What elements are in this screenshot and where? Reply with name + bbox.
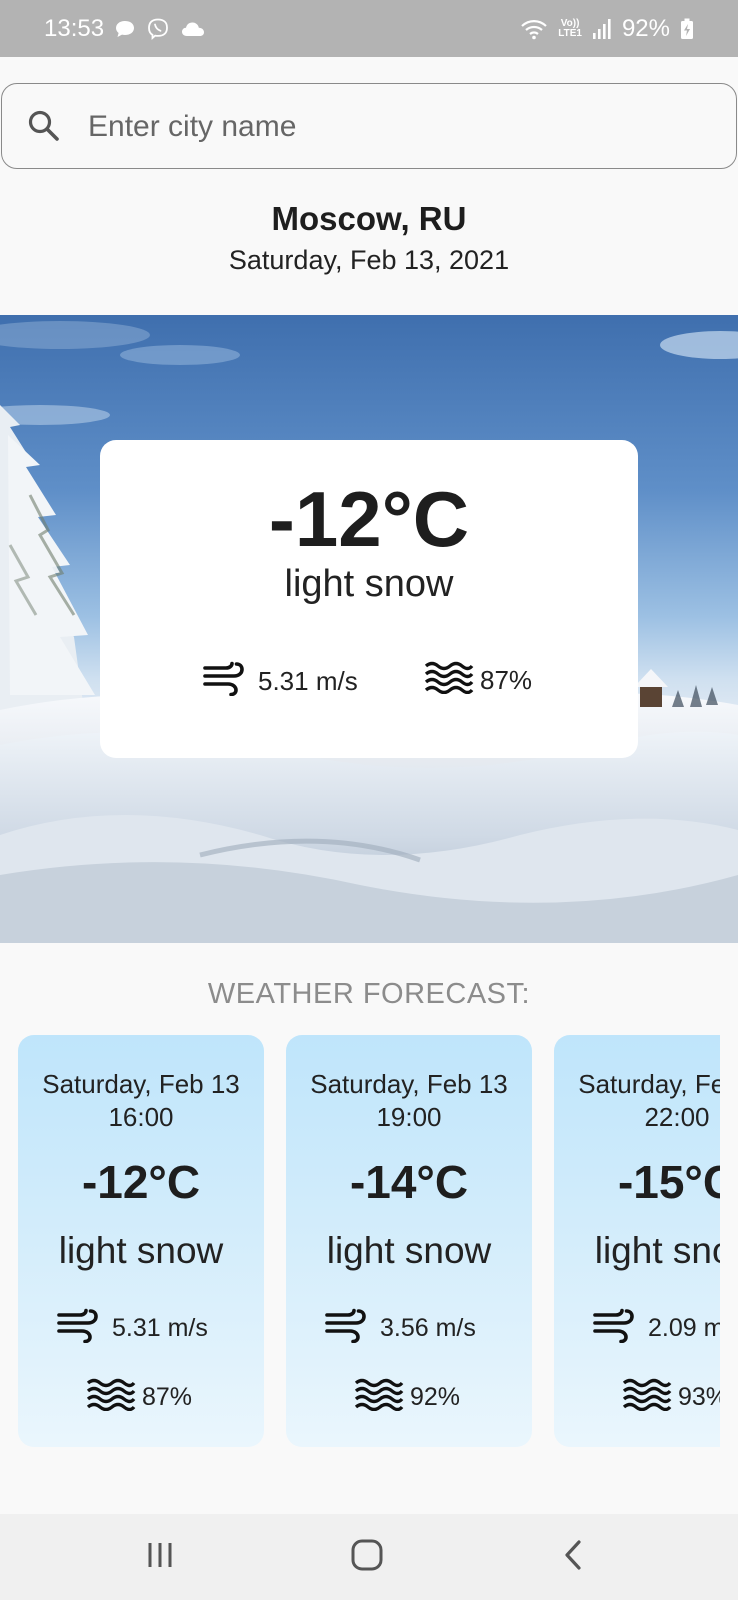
city-search-input[interactable] <box>88 102 708 152</box>
forecast-day: Saturday, Feb 13 <box>42 1069 240 1099</box>
forecast-day: Saturday, Feb 13 <box>578 1069 720 1099</box>
forecast-humidity-value: 87% <box>142 1383 193 1411</box>
wind-icon <box>202 660 246 703</box>
volte-label: Vo)) <box>560 17 580 29</box>
forecast-title: WEATHER FORECAST: <box>207 978 531 1010</box>
search-icon <box>26 108 62 144</box>
forecast-time: 19:00 <box>376 1102 442 1132</box>
back-button[interactable] <box>548 1534 598 1580</box>
current-weather-card: -12°C light snow 5.31 m/s 87% <box>100 440 638 758</box>
humidity-icon <box>622 1377 672 1418</box>
battery-charging-icon <box>680 18 694 40</box>
forecast-card[interactable]: Saturday, Feb 13 19:00 -14°C light snow … <box>286 1035 532 1447</box>
status-time: 13:53 <box>44 14 105 42</box>
status-right: Vo)) LTE1 92% <box>520 15 694 43</box>
back-icon <box>561 1539 585 1576</box>
status-bar: 13:53 Vo)) LTE1 92% <box>0 0 738 57</box>
wind-icon <box>56 1307 100 1350</box>
current-date: Saturday, Feb 13, 2021 <box>228 245 510 275</box>
current-wind: 5.31 m/s <box>202 660 358 703</box>
lte-label: LTE1 <box>558 27 582 39</box>
forecast-wind-value: 2.09 m/s <box>648 1314 720 1342</box>
current-humidity: 87% <box>424 660 532 701</box>
forecast-day: Saturday, Feb 13 <box>310 1069 508 1099</box>
battery-percent: 92% <box>621 14 670 42</box>
chat-bubble-icon <box>114 19 136 39</box>
recent-apps-icon <box>145 1540 175 1575</box>
forecast-temperature: -14°C <box>349 1156 469 1208</box>
forecast-description: light snow <box>58 1230 224 1271</box>
humidity-icon <box>354 1377 404 1418</box>
forecast-time: 16:00 <box>108 1102 174 1132</box>
status-left: 13:53 <box>44 15 206 43</box>
home-button[interactable] <box>342 1534 392 1580</box>
wind-icon <box>592 1307 636 1350</box>
viber-icon <box>146 17 170 41</box>
forecast-wind-value: 3.56 m/s <box>380 1314 476 1342</box>
current-wind-value: 5.31 m/s <box>258 666 358 696</box>
humidity-icon <box>86 1377 136 1418</box>
wifi-icon <box>520 18 548 40</box>
recent-apps-button[interactable] <box>135 1534 185 1580</box>
forecast-description: light snow <box>594 1230 720 1271</box>
home-icon <box>350 1538 384 1577</box>
cloud-icon <box>180 20 206 38</box>
wind-icon <box>324 1307 368 1350</box>
forecast-humidity-value: 93% <box>678 1383 720 1411</box>
forecast-humidity: 93% <box>622 1377 720 1418</box>
forecast-humidity-value: 92% <box>410 1383 461 1411</box>
forecast-wind: 5.31 m/s <box>56 1307 208 1350</box>
forecast-time: 22:00 <box>644 1102 710 1132</box>
city-name: Moscow, RU <box>271 200 467 237</box>
current-temperature: -12°C <box>268 475 470 563</box>
current-humidity-value: 87% <box>480 665 533 695</box>
forecast-description: light snow <box>326 1230 492 1271</box>
forecast-wind: 3.56 m/s <box>324 1307 476 1350</box>
signal-icon <box>592 18 612 40</box>
forecast-temperature: -12°C <box>81 1156 201 1208</box>
humidity-icon <box>424 660 474 701</box>
forecast-wind: 2.09 m/s <box>592 1307 720 1350</box>
forecast-card[interactable]: Saturday, Feb 13 16:00 -12°C light snow … <box>18 1035 264 1447</box>
forecast-humidity: 92% <box>354 1377 460 1418</box>
forecast-scroll-list[interactable]: Saturday, Feb 13 16:00 -12°C light snow … <box>0 1035 720 1447</box>
city-search-box[interactable] <box>1 83 737 169</box>
forecast-temperature: -15°C <box>617 1156 720 1208</box>
volte-lte-icon: Vo)) LTE1 <box>558 17 582 39</box>
forecast-wind-value: 5.31 m/s <box>112 1314 208 1342</box>
forecast-card[interactable]: Saturday, Feb 13 22:00 -15°C light snow … <box>554 1035 720 1447</box>
forecast-humidity: 87% <box>86 1377 192 1418</box>
system-nav-bar <box>0 1514 738 1600</box>
current-description: light snow <box>284 563 454 605</box>
